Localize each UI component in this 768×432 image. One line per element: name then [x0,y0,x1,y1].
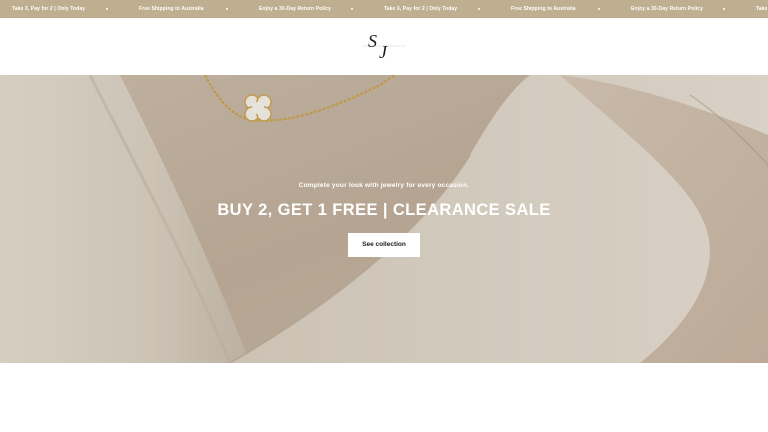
store-logo[interactable]: S J [362,28,406,64]
announcement-message: Enjoy a 30-Day Return Policy [631,6,703,12]
content-area [0,363,768,432]
announcement-bar: Take 3, Pay for 2 | Only Today Free Ship… [0,0,768,18]
svg-text:S: S [368,31,377,51]
site-header: S J [0,18,768,75]
hero-title: BUY 2, GET 1 FREE | CLEARANCE SALE [217,201,551,219]
announcement-message: Free Shipping to Australia [139,6,204,12]
separator-dot-icon [351,8,353,10]
hero-banner: Complete your look with jewelry for ever… [0,75,768,363]
separator-dot-icon [598,8,600,10]
announcement-message: Free Shipping to Australia [511,6,576,12]
see-collection-button[interactable]: See collection [348,233,420,257]
separator-dot-icon [226,8,228,10]
svg-text:J: J [379,42,388,62]
separator-dot-icon [478,8,480,10]
sj-monogram-logo-icon: S J [363,31,405,62]
announcement-message: Take 3, Pay for 2 | Only Today [384,6,458,12]
hero-subtitle: Complete your look with jewelry for ever… [298,182,470,189]
announcement-message: Take [756,6,768,12]
announcement-message: Enjoy a 30-Day Return Policy [259,6,331,12]
announcement-track: Take 3, Pay for 2 | Only Today Free Ship… [0,0,768,18]
separator-dot-icon [723,8,725,10]
separator-dot-icon [106,8,108,10]
announcement-message: Take 3, Pay for 2 | Only Today [12,6,86,12]
